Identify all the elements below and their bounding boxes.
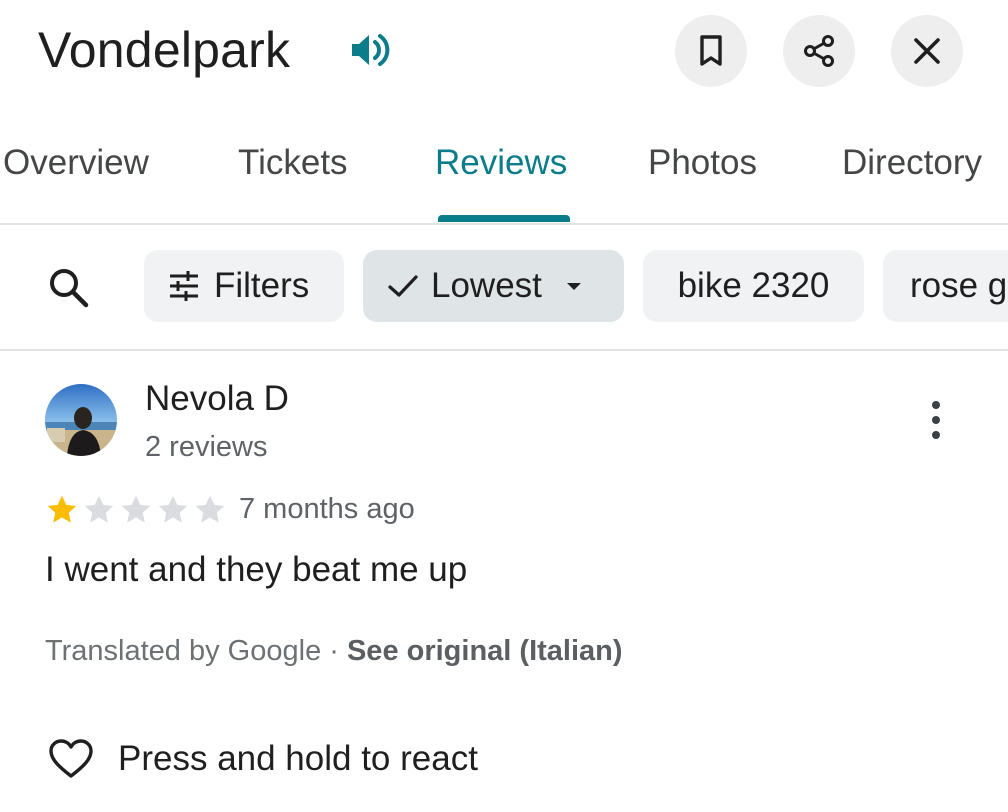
tab-reviews[interactable]: Reviews bbox=[435, 141, 567, 185]
active-tab-indicator bbox=[438, 215, 570, 222]
search-icon bbox=[50, 269, 89, 308]
topic-chip-rose-label: rose g bbox=[910, 266, 1008, 305]
share-button[interactable] bbox=[783, 15, 855, 87]
save-button[interactable] bbox=[675, 15, 747, 87]
react-label: Press and hold to react bbox=[118, 739, 478, 778]
star-empty-icon bbox=[84, 495, 114, 523]
heart-icon bbox=[49, 739, 93, 778]
close-button[interactable] bbox=[891, 15, 963, 87]
translated-by-label: Translated by Google · bbox=[45, 635, 347, 667]
share-icon bbox=[804, 35, 834, 67]
star-rating bbox=[44, 492, 228, 528]
tune-icon bbox=[170, 271, 198, 301]
star-filled-icon bbox=[47, 495, 77, 523]
tab-tickets[interactable]: Tickets bbox=[238, 141, 348, 185]
avatar[interactable] bbox=[45, 384, 117, 456]
sort-chip-label: Lowest bbox=[431, 266, 542, 305]
review-text: I went and they beat me up bbox=[45, 550, 468, 589]
see-original-link[interactable]: See original (Italian) bbox=[347, 635, 623, 667]
place-panel: Vondelpark Overview Tickets Reviews Phot… bbox=[0, 0, 1008, 812]
place-title: Vondelpark bbox=[38, 22, 291, 78]
star-empty-icon bbox=[195, 495, 225, 523]
more-vert-icon bbox=[932, 401, 940, 439]
volume-icon[interactable] bbox=[348, 30, 392, 70]
tab-photos[interactable]: Photos bbox=[648, 141, 757, 185]
tab-directory[interactable]: Directory bbox=[842, 141, 982, 185]
bookmark-icon bbox=[700, 35, 722, 66]
search-reviews-button[interactable] bbox=[44, 263, 96, 315]
topic-chip-rose[interactable]: rose g bbox=[883, 250, 1008, 322]
close-icon bbox=[914, 38, 940, 64]
sort-chip[interactable]: Lowest bbox=[363, 250, 624, 322]
review-more-options-button[interactable] bbox=[920, 398, 952, 442]
reviewer-review-count: 2 reviews bbox=[145, 431, 268, 463]
star-empty-icon bbox=[121, 495, 151, 523]
topic-chip-bike-label: bike 2320 bbox=[677, 266, 830, 305]
place-header: Vondelpark bbox=[0, 0, 1008, 110]
translation-note: Translated by Google · See original (Ita… bbox=[45, 633, 623, 669]
filters-chip[interactable]: Filters bbox=[144, 250, 344, 322]
tab-overview[interactable]: Overview bbox=[3, 141, 149, 185]
topic-chip-bike[interactable]: bike 2320 bbox=[643, 250, 864, 322]
star-empty-icon bbox=[158, 495, 188, 523]
tab-bar: Overview Tickets Reviews Photos Director… bbox=[0, 135, 1008, 225]
review-time: 7 months ago bbox=[239, 493, 415, 525]
reviewer-name[interactable]: Nevola D bbox=[145, 378, 289, 420]
check-icon bbox=[388, 275, 418, 297]
react-button[interactable]: Press and hold to react bbox=[48, 735, 478, 783]
dropdown-arrow-icon bbox=[566, 283, 581, 290]
filters-chip-label: Filters bbox=[214, 266, 310, 305]
review-filter-bar: Filters Lowest bike 2320 rose g bbox=[0, 225, 1008, 351]
